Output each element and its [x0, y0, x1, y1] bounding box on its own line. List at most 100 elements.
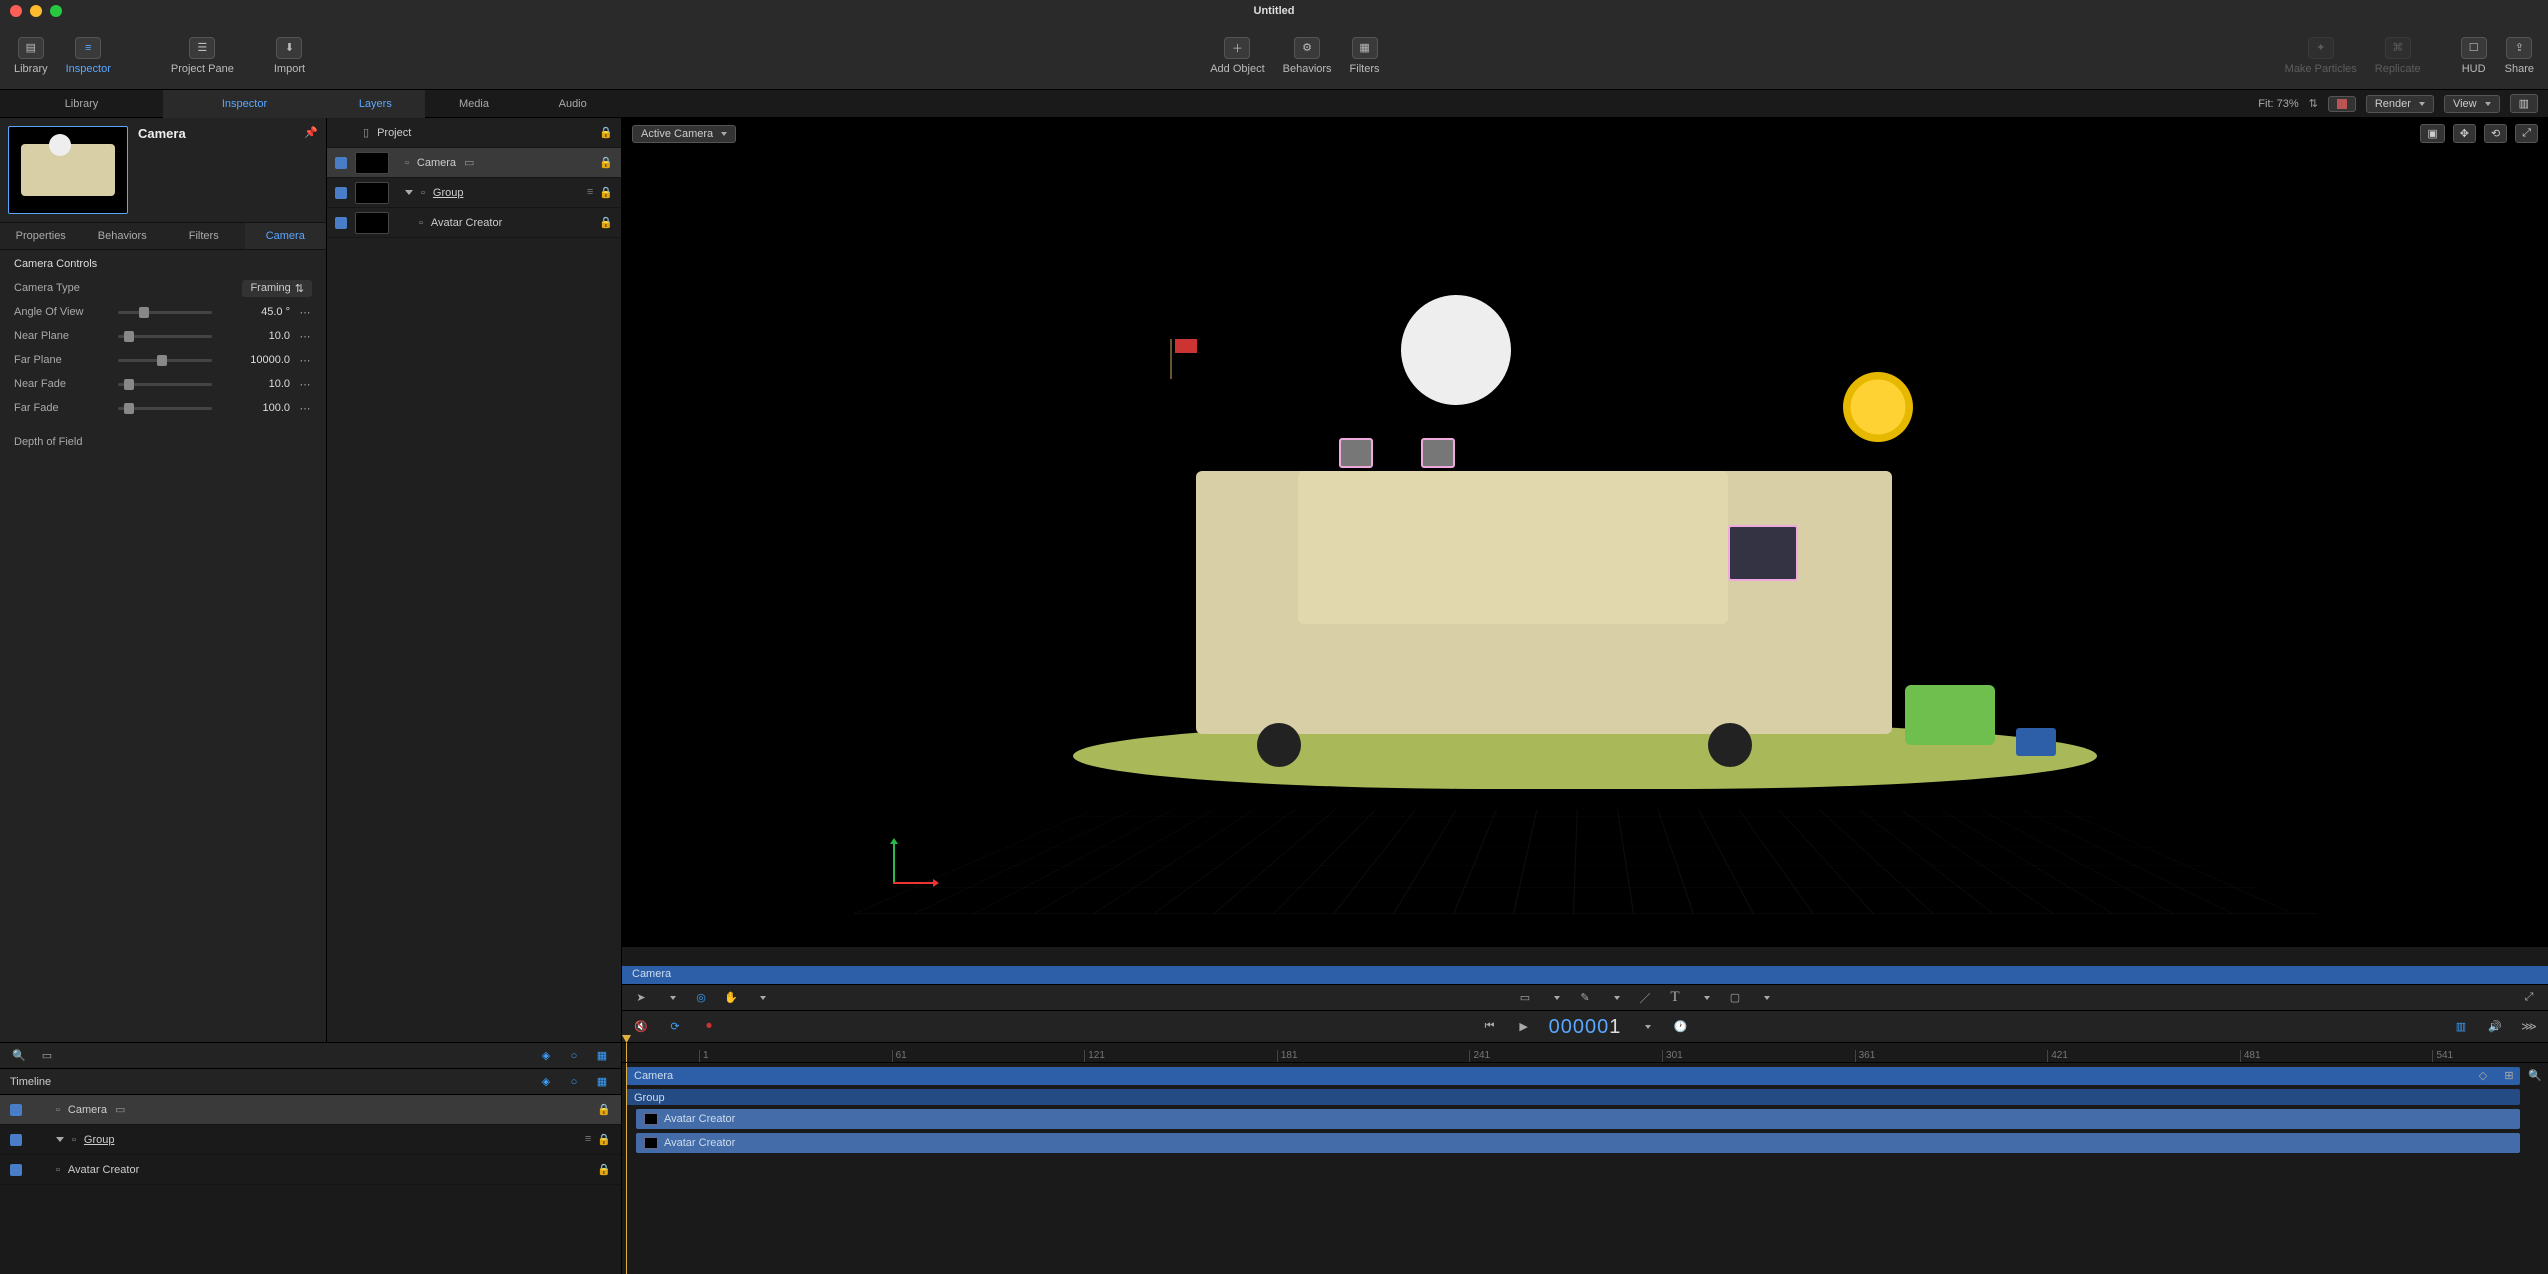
- fit-zoom-label[interactable]: Fit: 73%: [2258, 98, 2298, 110]
- text-tool[interactable]: T: [1666, 990, 1684, 1006]
- lock-icon[interactable]: 🔒: [599, 216, 613, 229]
- param-slider[interactable]: [118, 311, 212, 314]
- camera-tool-1[interactable]: ▣: [2420, 124, 2444, 143]
- lock-icon[interactable]: 🔒: [597, 1103, 611, 1116]
- keyframe-nav-icon[interactable]: ◇: [2474, 1067, 2492, 1083]
- expand-toolstrip-icon[interactable]: ⤢: [2520, 990, 2538, 1006]
- param-menu-icon[interactable]: ⋯: [298, 354, 312, 367]
- layer-name[interactable]: Group: [433, 187, 464, 199]
- timeline-filter-masks-icon[interactable]: ▦: [593, 1048, 611, 1064]
- mini-timeline-camera-track[interactable]: Camera: [622, 966, 2548, 984]
- tab-library[interactable]: Library: [0, 90, 163, 118]
- line-tool[interactable]: ／: [1636, 990, 1654, 1006]
- lock-icon[interactable]: 🔒: [599, 156, 613, 169]
- fullscreen-window-button[interactable]: [50, 5, 62, 17]
- lock-icon[interactable]: 🔒: [597, 1133, 611, 1146]
- import-toolbar-button[interactable]: ⬇ Import: [274, 37, 305, 75]
- timeline-opt-1-icon[interactable]: ◈: [537, 1074, 555, 1090]
- pin-icon[interactable]: 📌: [304, 126, 318, 139]
- tab-audio[interactable]: Audio: [523, 90, 622, 118]
- timeline-search-icon[interactable]: 🔍: [10, 1048, 28, 1064]
- rectangle-tool[interactable]: ▭: [1516, 990, 1534, 1006]
- tab-media[interactable]: Media: [425, 90, 524, 118]
- timeline-visibility-checkbox[interactable]: [10, 1104, 22, 1116]
- filters-toolbar-button[interactable]: ▦ Filters: [1350, 37, 1380, 75]
- zoom-stepper-icon[interactable]: ⇅: [2309, 97, 2318, 110]
- timeline-opt-3-icon[interactable]: ▦: [593, 1074, 611, 1090]
- tab-inspector[interactable]: Inspector: [163, 90, 326, 118]
- stack-icon[interactable]: ≡: [585, 1133, 591, 1146]
- param-slider[interactable]: [118, 359, 212, 362]
- layer-visibility-checkbox[interactable]: [335, 187, 347, 199]
- timecode-display[interactable]: 000001: [1549, 1014, 1622, 1039]
- layer-visibility-checkbox[interactable]: [335, 217, 347, 229]
- arrow-tool[interactable]: ➤: [632, 990, 650, 1006]
- timeline-row[interactable]: ▫Group≡🔒: [0, 1125, 621, 1155]
- timeline-tracks-area[interactable]: Camera Group Avatar Creator Avatar Creat…: [622, 1063, 2548, 1274]
- behaviors-toolbar-button[interactable]: ⚙ Behaviors: [1283, 37, 1332, 75]
- project-pane-toolbar-button[interactable]: ☰ Project Pane: [171, 37, 234, 75]
- timeline-opt-2-icon[interactable]: ○: [565, 1074, 583, 1090]
- hand-tool-menu[interactable]: [752, 990, 770, 1006]
- inspector-tab-camera[interactable]: Camera: [245, 223, 327, 249]
- record-icon[interactable]: ⏺: [700, 1019, 718, 1035]
- layer-row[interactable]: ▫Avatar Creator🔒: [327, 208, 621, 238]
- hud-toolbar-button[interactable]: ☐ HUD: [2461, 37, 2487, 75]
- param-menu-icon[interactable]: ⋯: [298, 306, 312, 319]
- pan-3d-tool[interactable]: ✥: [2453, 124, 2476, 143]
- playhead[interactable]: [626, 1043, 627, 1062]
- collapse-icon[interactable]: ⋙: [2520, 1019, 2538, 1035]
- mask-tool[interactable]: ▢: [1726, 990, 1744, 1006]
- camera-type-select[interactable]: Framing⇅: [242, 280, 312, 297]
- view-dropdown[interactable]: View: [2444, 95, 2500, 113]
- track-avatar-2[interactable]: Avatar Creator: [636, 1133, 2520, 1153]
- loop-icon[interactable]: ⟳: [666, 1019, 684, 1035]
- timeline-filter-behaviors-icon[interactable]: ◈: [537, 1048, 555, 1064]
- layer-name[interactable]: Camera: [417, 157, 456, 169]
- layer-name[interactable]: Avatar Creator: [431, 217, 502, 229]
- track-avatar-1[interactable]: Avatar Creator: [636, 1109, 2520, 1129]
- add-object-toolbar-button[interactable]: ＋ Add Object: [1210, 37, 1264, 75]
- inspector-tab-properties[interactable]: Properties: [0, 223, 82, 249]
- orbit-3d-tool[interactable]: ⟲: [2484, 124, 2507, 143]
- timeline-ruler[interactable]: 161121181241301361421481541: [622, 1043, 2548, 1063]
- viewport[interactable]: [622, 149, 2548, 946]
- param-value[interactable]: 100.0: [220, 402, 290, 414]
- inspector-toolbar-button[interactable]: ≡ Inspector: [66, 37, 111, 75]
- clock-icon[interactable]: 🕐: [1671, 1019, 1689, 1035]
- layer-visibility-checkbox[interactable]: [335, 157, 347, 169]
- arrow-tool-menu[interactable]: [662, 990, 680, 1006]
- close-window-button[interactable]: [10, 5, 22, 17]
- render-dropdown[interactable]: Render: [2366, 95, 2434, 113]
- layer-row[interactable]: ▫Camera▭🔒: [327, 148, 621, 178]
- disclosure-triangle-icon[interactable]: [56, 1137, 64, 1142]
- dolly-3d-tool[interactable]: ⤢: [2515, 124, 2538, 143]
- shape-tool-menu[interactable]: [1546, 990, 1564, 1006]
- param-value[interactable]: 10000.0: [220, 354, 290, 366]
- mute-icon[interactable]: 🔇: [632, 1019, 650, 1035]
- stack-icon[interactable]: ≡: [587, 186, 593, 199]
- param-slider[interactable]: [118, 407, 212, 410]
- param-menu-icon[interactable]: ⋯: [298, 330, 312, 343]
- play-button[interactable]: ▶: [1515, 1019, 1533, 1035]
- color-channel-dropdown[interactable]: [2328, 96, 2356, 112]
- paint-tool[interactable]: ✎: [1576, 990, 1594, 1006]
- depth-of-field-disclosure[interactable]: Depth of Field: [14, 436, 82, 448]
- param-value[interactable]: 45.0 °: [220, 306, 290, 318]
- audio-meter-icon[interactable]: 🔊: [2486, 1019, 2504, 1035]
- timeline-row-name[interactable]: Avatar Creator: [68, 1164, 139, 1176]
- share-toolbar-button[interactable]: ⇪ Share: [2505, 37, 2534, 75]
- timeline-row[interactable]: ▫Avatar Creator🔒: [0, 1155, 621, 1185]
- track-camera[interactable]: Camera: [626, 1067, 2520, 1085]
- paint-tool-menu[interactable]: [1606, 990, 1624, 1006]
- timeline-visibility-checkbox[interactable]: [10, 1164, 22, 1176]
- param-value[interactable]: 10.0: [220, 378, 290, 390]
- disclosure-triangle-icon[interactable]: [405, 190, 413, 195]
- go-to-start-button[interactable]: ⏮: [1481, 1019, 1499, 1035]
- timeline-layout-icon[interactable]: ▭: [38, 1048, 56, 1064]
- timeline-filter-circle-icon[interactable]: ○: [565, 1048, 583, 1064]
- param-menu-icon[interactable]: ⋯: [298, 378, 312, 391]
- tracks-playhead[interactable]: [626, 1063, 627, 1274]
- timeline-visibility-checkbox[interactable]: [10, 1134, 22, 1146]
- snap-icon[interactable]: ⊞: [2500, 1067, 2518, 1083]
